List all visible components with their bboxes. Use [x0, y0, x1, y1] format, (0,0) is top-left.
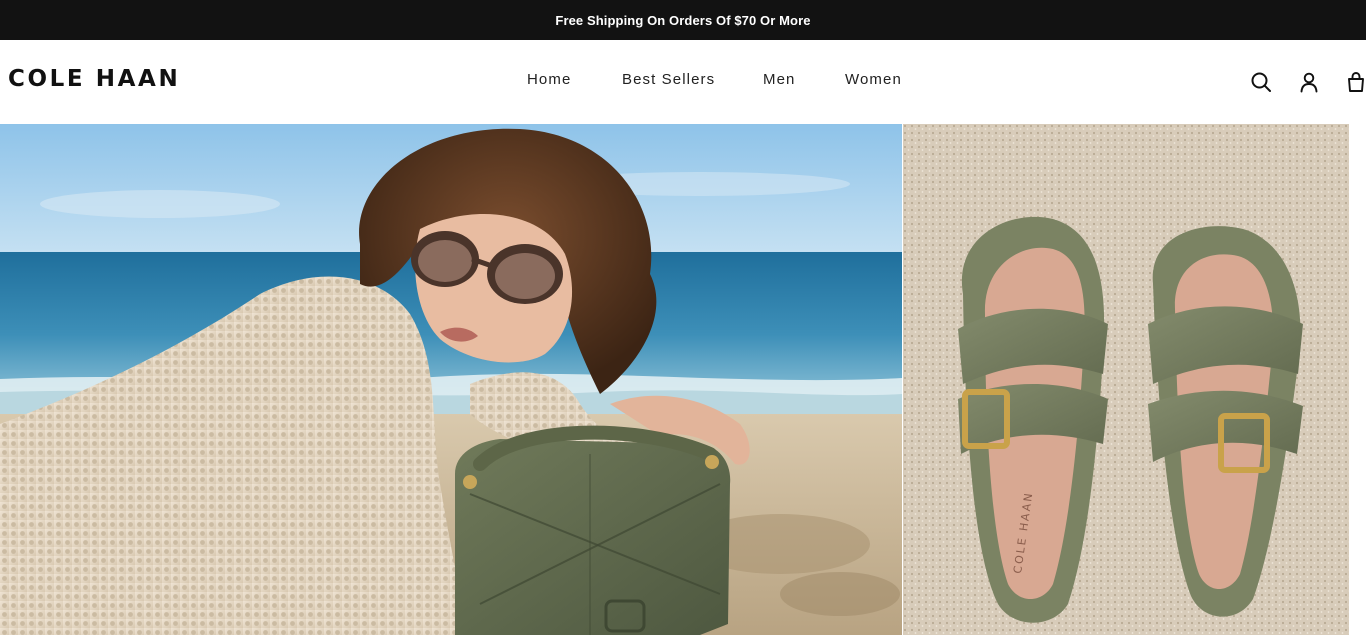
- hero-banner: COLE HAAN: [0, 124, 1366, 635]
- announcement-text: Free Shipping On Orders Of $70 Or More: [555, 12, 811, 28]
- sandals-illustration: COLE HAAN: [903, 124, 1349, 635]
- account-button[interactable]: [1297, 70, 1321, 94]
- announcement-bar: Free Shipping On Orders Of $70 Or More: [0, 0, 1366, 40]
- cart-button[interactable]: [1344, 70, 1366, 94]
- nav-item-best-sellers[interactable]: Best Sellers: [622, 71, 715, 88]
- hero-image-woman-beach[interactable]: [0, 124, 902, 635]
- nav-item-men[interactable]: Men: [763, 71, 795, 88]
- main-nav: Home Best Sellers Men Women: [0, 71, 1366, 95]
- beach-scene-illustration: [0, 124, 902, 635]
- account-icon: [1300, 72, 1318, 93]
- nav-item-home[interactable]: Home: [527, 71, 571, 88]
- nav-item-women[interactable]: Women: [845, 71, 902, 88]
- hero-image-sandals[interactable]: COLE HAAN: [903, 124, 1349, 635]
- search-icon: [1251, 72, 1271, 92]
- site-header: COLE HAAN Home Best Sellers Men Women: [0, 40, 1366, 124]
- cart-icon: [1348, 72, 1364, 92]
- search-button[interactable]: [1249, 70, 1273, 94]
